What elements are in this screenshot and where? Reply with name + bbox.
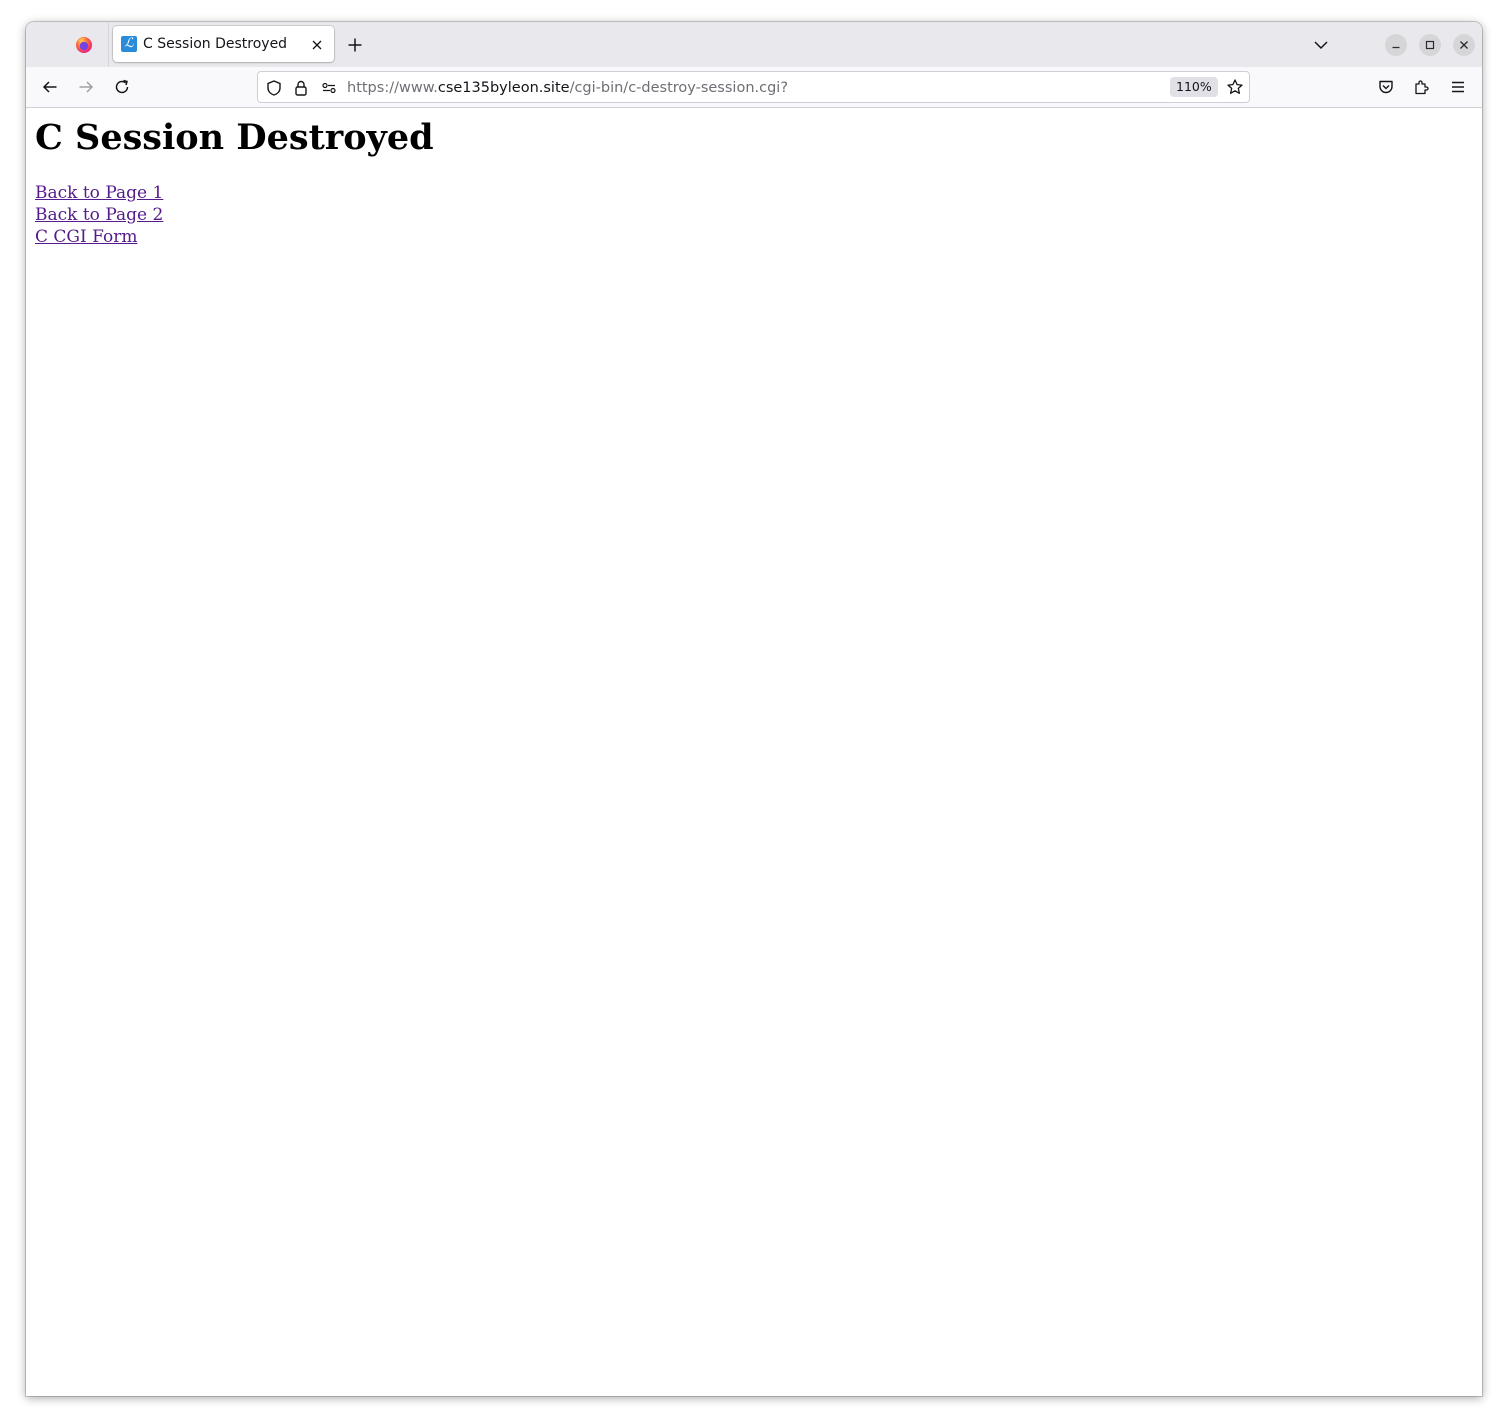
puzzle-icon[interactable]: [1413, 78, 1431, 96]
plus-icon[interactable]: [346, 36, 364, 54]
permissions-icon[interactable]: [321, 80, 337, 96]
browser-window: ℒ C Session Destroyed https://www.cse135…: [26, 22, 1482, 1396]
hamburger-menu-icon[interactable]: [1449, 78, 1467, 96]
url-bar[interactable]: https://www.cse135byleon.site/cgi-bin/c-…: [257, 71, 1250, 103]
pocket-icon[interactable]: [1377, 78, 1395, 96]
firefox-logo-icon[interactable]: [74, 35, 94, 55]
chevron-down-icon[interactable]: [1313, 37, 1329, 53]
page-title: C Session Destroyed: [35, 117, 434, 158]
c-cgi-form-link[interactable]: C CGI Form: [35, 226, 163, 248]
maximize-icon[interactable]: [1419, 34, 1441, 56]
url-host: cse135byleon.site: [437, 80, 570, 96]
zoom-level-button[interactable]: 110%: [1170, 77, 1218, 97]
tab-strip: ℒ C Session Destroyed: [26, 22, 1482, 67]
url-prefix: https://www.: [347, 80, 438, 96]
close-window-icon[interactable]: [1453, 34, 1475, 56]
minimize-icon[interactable]: [1385, 34, 1407, 56]
arrow-left-icon[interactable]: [41, 78, 59, 96]
back-to-page-1-link[interactable]: Back to Page 1: [35, 182, 163, 204]
arrow-right-icon[interactable]: [77, 78, 95, 96]
url-path: /cgi-bin/c-destroy-session.cgi?: [569, 80, 789, 96]
star-icon[interactable]: [1226, 78, 1244, 96]
link-list: Back to Page 1 Back to Page 2 C CGI Form: [35, 182, 163, 248]
lock-icon[interactable]: [293, 79, 309, 97]
page-content: C Session Destroyed Back to Page 1 Back …: [26, 108, 1482, 1396]
navigation-toolbar: https://www.cse135byleon.site/cgi-bin/c-…: [26, 67, 1482, 108]
tab-c-session-destroyed[interactable]: ℒ C Session Destroyed: [113, 26, 334, 62]
site-favicon-icon: ℒ: [121, 36, 137, 52]
back-to-page-2-link[interactable]: Back to Page 2: [35, 204, 163, 226]
reload-icon[interactable]: [113, 78, 131, 96]
tab-separator: [108, 22, 109, 67]
url-text[interactable]: https://www.cse135byleon.site/cgi-bin/c-…: [347, 79, 788, 97]
close-icon[interactable]: [310, 37, 324, 51]
shield-icon[interactable]: [265, 79, 283, 97]
tab-title: C Session Destroyed: [143, 36, 288, 52]
